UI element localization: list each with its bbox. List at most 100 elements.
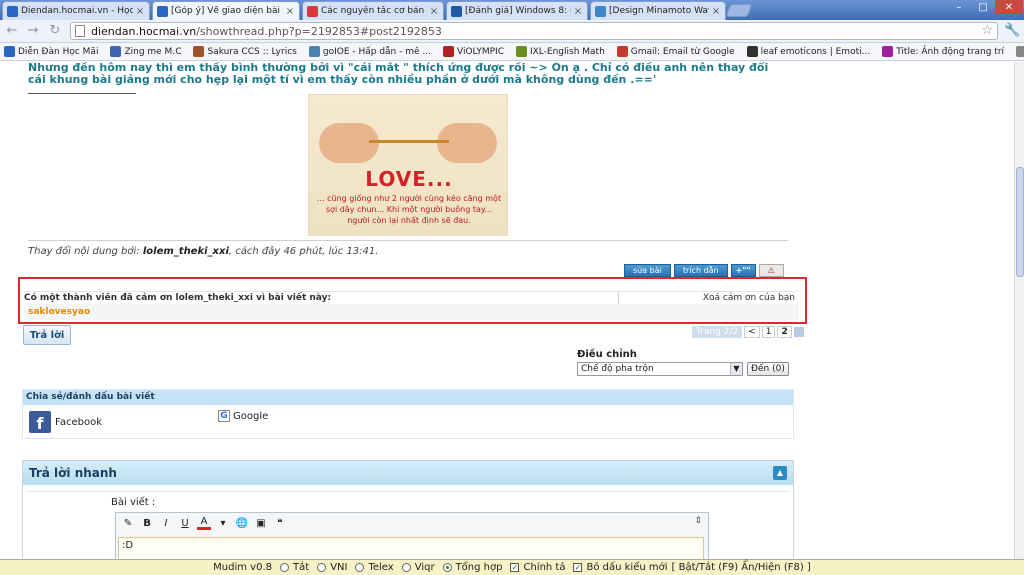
site-favicon-icon: [307, 5, 318, 17]
share-title: Chia sẻ/đánh dấu bài viết: [23, 390, 793, 405]
tab-close-icon[interactable]: ×: [285, 6, 295, 17]
tab-close-icon[interactable]: ×: [711, 6, 721, 17]
mudim-radio[interactable]: [280, 563, 290, 572]
caption-line: ... cũng giống như 2 người cùng kéo căng…: [316, 194, 502, 203]
edit-post-button[interactable]: sửa bài: [624, 264, 671, 277]
link-icon[interactable]: 🌐: [235, 516, 249, 530]
reply-button[interactable]: Trả lời: [23, 325, 71, 345]
collapse-icon[interactable]: ▲: [773, 466, 787, 480]
bookmark-item[interactable]: Kaohoitola Sunny: [1016, 46, 1024, 57]
quote-button[interactable]: trích dẫn: [673, 264, 728, 277]
bookmark-item[interactable]: Sakura CCS :: Lyrics: [193, 46, 297, 57]
current-page: 2: [777, 326, 792, 338]
bookmark-item[interactable]: leaf emoticons | Emoti...: [746, 46, 871, 57]
minimize-icon[interactable]: –: [947, 0, 971, 14]
remove-thanks-link[interactable]: Xoá cảm ơn của bạn: [703, 293, 795, 303]
share-box: Chia sẻ/đánh dấu bài viết f Facebook G G…: [22, 389, 794, 439]
image-icon[interactable]: ▣: [254, 516, 268, 530]
tab-close-icon[interactable]: ×: [135, 6, 145, 17]
reply-editor: ✎ B I U A ▾ 🌐 ▣ ❝ ⇕ :D: [115, 512, 709, 559]
browser-toolbar: ← → ↻ diendan.hocmai.vn/showthread.php?p…: [0, 20, 1024, 43]
rubber-band-shape: [369, 140, 449, 143]
page-link[interactable]: 1: [761, 326, 776, 338]
page-scrollbar[interactable]: [1014, 62, 1024, 559]
url-host: diendan.hocmai.vn: [91, 24, 197, 38]
format-icon[interactable]: ✎: [121, 516, 135, 530]
bookmark-item[interactable]: Gmail: Email từ Google: [616, 46, 735, 57]
google-label: Google: [233, 410, 269, 422]
prev-page-link[interactable]: <: [744, 326, 760, 338]
multiquote-button[interactable]: +"": [730, 264, 756, 277]
edit-note: Thay đổi nội dung bởi: lolem_theki_xxi, …: [28, 246, 378, 257]
bookmark-label: goIOE - Hấp dẫn - mê ...: [322, 46, 431, 57]
underline-icon[interactable]: U: [178, 516, 192, 530]
google-share-link[interactable]: G Google: [218, 410, 268, 422]
tab-title: Các nguyên tắc cơ bản khi s: [321, 6, 427, 16]
spell-checkbox[interactable]: ✓: [510, 563, 520, 572]
bookmark-item[interactable]: ViOLYMPIC: [442, 46, 504, 57]
scrollbar-thumb[interactable]: [1016, 167, 1024, 277]
wrench-menu-icon[interactable]: 🔧: [1004, 23, 1020, 38]
tab-title: [Góp ý] Về giao diện bài viết: [171, 6, 283, 16]
bookmark-label: leaf emoticons | Emoti...: [760, 46, 871, 57]
love-word: LOVE...: [365, 167, 453, 191]
mudim-radio[interactable]: [317, 563, 327, 572]
bookmark-favicon-icon: [746, 46, 758, 57]
bookmark-label: ViOLYMPIC: [456, 46, 504, 57]
bold-icon[interactable]: B: [140, 516, 154, 530]
forward-arrow-icon[interactable]: →: [25, 23, 41, 39]
facebook-share-link[interactable]: f Facebook: [29, 411, 102, 433]
tab-close-icon[interactable]: ×: [573, 6, 583, 17]
text-color-icon[interactable]: A: [197, 516, 211, 530]
new-accent-label: Bỏ dấu kiểu mới: [586, 562, 668, 573]
browser-tab[interactable]: Diendan.hocmai.vn - Học thậ ×: [2, 1, 150, 20]
thanks-title: Có một thành viên đã cảm ơn lolem_theki_…: [24, 293, 332, 303]
caption-line: người còn lại nhất định sẽ đau.: [347, 216, 471, 225]
bookmark-favicon-icon: [193, 46, 205, 57]
tab-close-icon[interactable]: ×: [429, 6, 439, 17]
mudim-option-label: Telex: [368, 562, 394, 573]
moderation-select[interactable]: Chế độ pha trộn ▼: [577, 362, 743, 376]
browser-tab[interactable]: [Design Minamoto Waya][Gr ×: [590, 1, 726, 20]
mudim-radio[interactable]: [355, 563, 365, 572]
bookmark-favicon-icon: [308, 46, 320, 57]
reload-icon[interactable]: ↻: [47, 23, 63, 39]
thanks-user-link[interactable]: saklovesyao: [28, 307, 90, 317]
new-accent-checkbox[interactable]: ✓: [573, 563, 583, 572]
spell-label: Chính tả: [523, 562, 566, 573]
mudim-radio[interactable]: [401, 563, 411, 572]
italic-icon[interactable]: I: [159, 516, 173, 530]
back-arrow-icon[interactable]: ←: [4, 23, 20, 39]
bookmark-item[interactable]: Zing me M.C: [110, 46, 181, 57]
bookmark-item[interactable]: Title: Ảnh động trang trí: [882, 46, 1004, 57]
browser-tab[interactable]: [Đánh giá] Windows 8: Mới r ×: [446, 1, 588, 20]
page-jump-icon[interactable]: [793, 327, 804, 337]
bookmark-item[interactable]: Diễn Đàn Học Mãi: [4, 46, 98, 57]
bookmark-favicon-icon: [1016, 46, 1024, 57]
tab-title: [Design Minamoto Waya][Gr: [609, 6, 709, 16]
caption-line: sợi dây chun... Khi một người buông tay.…: [325, 205, 493, 214]
moderation-go-button[interactable]: Đến (0): [747, 362, 789, 376]
mudim-option-label: Viqr: [414, 562, 435, 573]
chevron-down-icon[interactable]: ▾: [216, 516, 230, 530]
new-tab-button[interactable]: [725, 4, 753, 17]
quick-reply-title: Trả lời nhanh: [23, 461, 793, 485]
bookmark-item[interactable]: goIOE - Hấp dẫn - mê ...: [308, 46, 431, 57]
edit-prefix: Thay đổi nội dung bởi:: [28, 246, 143, 257]
bookmark-star-icon[interactable]: ☆: [981, 23, 993, 38]
hand-right-shape: [437, 123, 497, 163]
browser-tab[interactable]: Các nguyên tắc cơ bản khi s ×: [302, 1, 444, 20]
mudim-radio-selected[interactable]: [442, 563, 452, 572]
quote-icon[interactable]: ❝: [273, 516, 287, 530]
window-close-icon[interactable]: ✕: [995, 0, 1023, 14]
bookmark-item[interactable]: IXL-English Math: [515, 46, 605, 57]
browser-tab-active[interactable]: [Góp ý] Về giao diện bài viết ×: [152, 1, 300, 20]
page-content: Nhưng đến hôm nay thì em thấy bình thườn…: [0, 62, 1014, 559]
signature-divider: [28, 93, 136, 94]
address-bar[interactable]: diendan.hocmai.vn/showthread.php?p=21928…: [70, 22, 998, 40]
page-label: Trang 2/2: [692, 326, 743, 338]
report-post-icon[interactable]: ⚠: [758, 264, 784, 277]
resize-icon[interactable]: ⇕: [694, 516, 702, 526]
maximize-icon[interactable]: □: [971, 0, 995, 14]
reply-textarea[interactable]: :D: [118, 537, 704, 559]
